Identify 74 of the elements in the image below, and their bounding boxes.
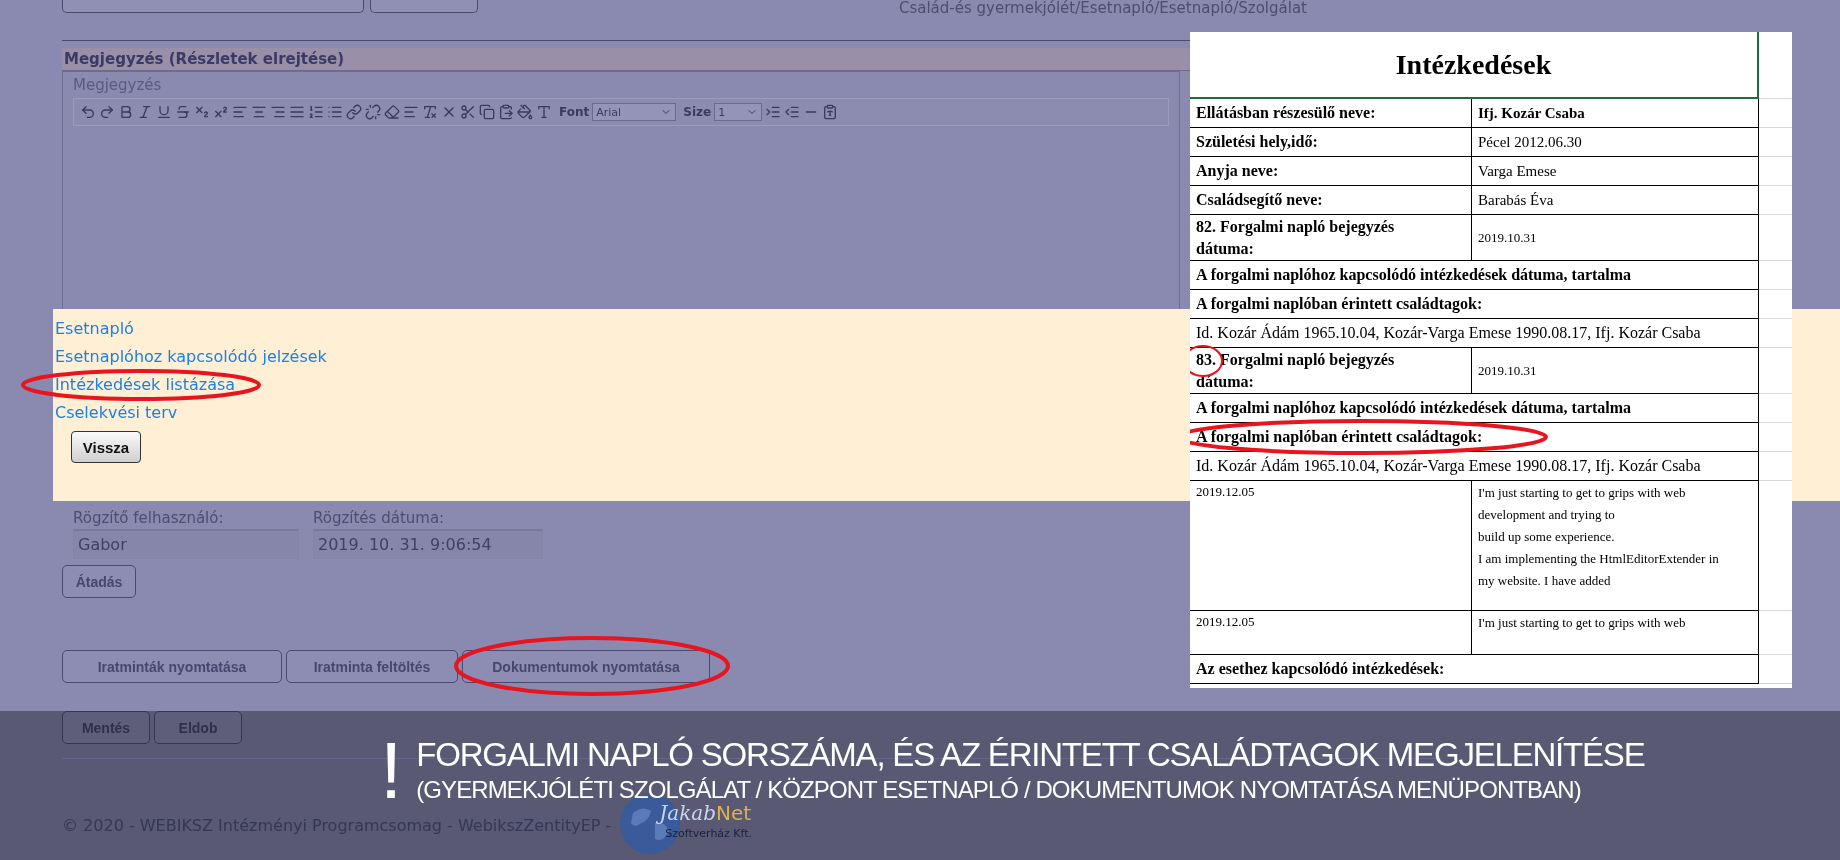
bullet-list-icon[interactable] xyxy=(327,104,343,120)
paste-word-icon[interactable] xyxy=(822,104,839,120)
superscript-icon[interactable] xyxy=(213,104,229,120)
align-center-icon[interactable] xyxy=(251,104,267,120)
value-cell-text: 2019.10.31 xyxy=(1477,361,1538,380)
field-label: Rögzítés dátuma: xyxy=(313,509,446,527)
breadcrumb: Család-és gyermekjólét/Esetnapló/Esetnapló/Szolgálat xyxy=(898,0,1307,16)
text-color-icon[interactable] xyxy=(536,104,552,120)
button-stub[interactable] xyxy=(370,0,478,13)
print-button[interactable]: Iratminták nyomtatása xyxy=(62,650,282,683)
heading-cell-text: A forgalmi naplóhoz kapcsolódó intézkedések dátuma, tartalma xyxy=(1195,398,1633,419)
align-left-icon[interactable] xyxy=(232,104,248,120)
numbered-list-icon[interactable] xyxy=(308,104,324,120)
subscript-icon[interactable] xyxy=(194,104,210,120)
print-button[interactable]: Dokumentumok nyomtatása xyxy=(462,650,710,683)
outdent-icon[interactable] xyxy=(784,104,801,120)
logo-subtitle: Szoftverház Kft. xyxy=(665,827,753,840)
font-select[interactable]: Arial xyxy=(592,103,677,121)
fill-color-icon[interactable] xyxy=(517,104,533,120)
align-justify-icon[interactable] xyxy=(289,104,305,120)
link-icon[interactable] xyxy=(346,104,362,120)
paste-icon[interactable] xyxy=(498,104,514,120)
content-cell-text: I'm just starting to get to grips with web xyxy=(1477,614,1687,632)
menu-link[interactable]: Esetnapló xyxy=(55,319,134,338)
heading-cell-text: A forgalmi naplóban érintett családtagok: xyxy=(1195,294,1484,315)
size-label: Size xyxy=(683,105,712,119)
label-cell: Anyja neve: xyxy=(1190,157,1472,185)
print-button[interactable]: Iratminta feltöltés xyxy=(286,650,458,683)
menu-link[interactable]: Cselekvési terv xyxy=(55,403,178,422)
label-cell: Születési hely,idő: xyxy=(1190,128,1472,156)
size-select[interactable]: 1 xyxy=(714,103,763,121)
bold-icon[interactable] xyxy=(118,104,134,120)
label-cell: Ellátásban részesülő neve: xyxy=(1190,99,1472,127)
notice-title: FORGALMI NAPLÓ SORSZÁMA, ÉS AZ ÉRINTETT CSALÁDTAGOK MEGJELENÍTÉSE xyxy=(416,737,1645,773)
members-cell-text: Id. Kozár Ádám 1965.10.04, Kozár-Varga Emese 1990.08.17, Ifj. Kozár Csaba xyxy=(1195,322,1702,344)
heading-cell-text: A forgalmi naplóban érintett családtagok: xyxy=(1195,427,1484,448)
value-cell-text: 2019.10.31 xyxy=(1477,228,1538,247)
input-field[interactable]: Gabor xyxy=(73,529,299,559)
cut-icon[interactable] xyxy=(460,104,476,120)
document-title: Intézkedések xyxy=(1394,47,1553,82)
input-field[interactable]: 2019. 10. 31. 9:06:54 xyxy=(313,529,543,559)
undo-icon[interactable] xyxy=(80,104,96,120)
button-stub[interactable] xyxy=(62,0,364,13)
handover-button[interactable]: Átadás xyxy=(62,565,136,598)
menu-link[interactable]: Esetnaplóhoz kapcsolódó jelzések xyxy=(55,347,327,366)
value-cell-text: Varga Emese xyxy=(1477,162,1558,181)
date-cell: 2019.12.05 xyxy=(1190,611,1472,654)
underline-icon[interactable] xyxy=(156,104,172,120)
strikethrough-icon[interactable] xyxy=(175,104,191,120)
value-cell-text: Ifj. Kozár Csaba xyxy=(1477,104,1586,123)
label-cell: 82. Forgalmi napló bejegyzés dátuma: xyxy=(1190,215,1472,260)
date-cell: 2019.12.05 xyxy=(1190,481,1472,610)
indent-icon[interactable] xyxy=(765,104,782,120)
remove-format-icon[interactable] xyxy=(422,104,438,120)
copy-icon[interactable] xyxy=(479,104,495,120)
font-label: Font xyxy=(559,105,590,119)
field-label: Rögzítő felhasználó: xyxy=(73,509,225,527)
back-button[interactable]: Vissza xyxy=(71,431,141,463)
value-cell-text: Barabás Éva xyxy=(1477,191,1555,210)
notice-subtitle: (GYERMEKJÓLÉTI SZOLGÁLAT / KÖZPONT ESETNAPLÓ / DOKUMENTUMOK NYOMTATÁSA MENÜPONTBAN) xyxy=(416,775,1582,805)
unlink-icon[interactable] xyxy=(365,104,381,120)
value-cell-text: Pécel 2012.06.30 xyxy=(1477,133,1583,152)
eraser-icon[interactable] xyxy=(384,104,400,120)
section-header[interactable]: Megjegyzés (Részletek elrejtése) xyxy=(62,48,1190,71)
paragraph-icon[interactable] xyxy=(403,104,419,120)
heading-cell-text: Az esethez kapcsolódó intézkedések: xyxy=(1195,659,1446,680)
align-right-icon[interactable] xyxy=(270,104,286,120)
members-cell-text: Id. Kozár Ádám 1965.10.04, Kozár-Varga Emese 1990.08.17, Ifj. Kozár Csaba xyxy=(1195,455,1702,477)
content-cell-text: I'm just starting to get to grips with web development and trying to build up some experience. I am implementing the HtmlEditorExtender in my website. I have added xyxy=(1477,484,1720,590)
italic-icon[interactable] xyxy=(137,104,153,120)
redo-icon[interactable] xyxy=(99,104,115,120)
label-cell: Családsegítő neve: xyxy=(1190,186,1472,214)
heading-cell-text: A forgalmi naplóhoz kapcsolódó intézkedések dátuma, tartalma xyxy=(1195,265,1633,286)
exclamation-mark: ! xyxy=(380,733,403,809)
